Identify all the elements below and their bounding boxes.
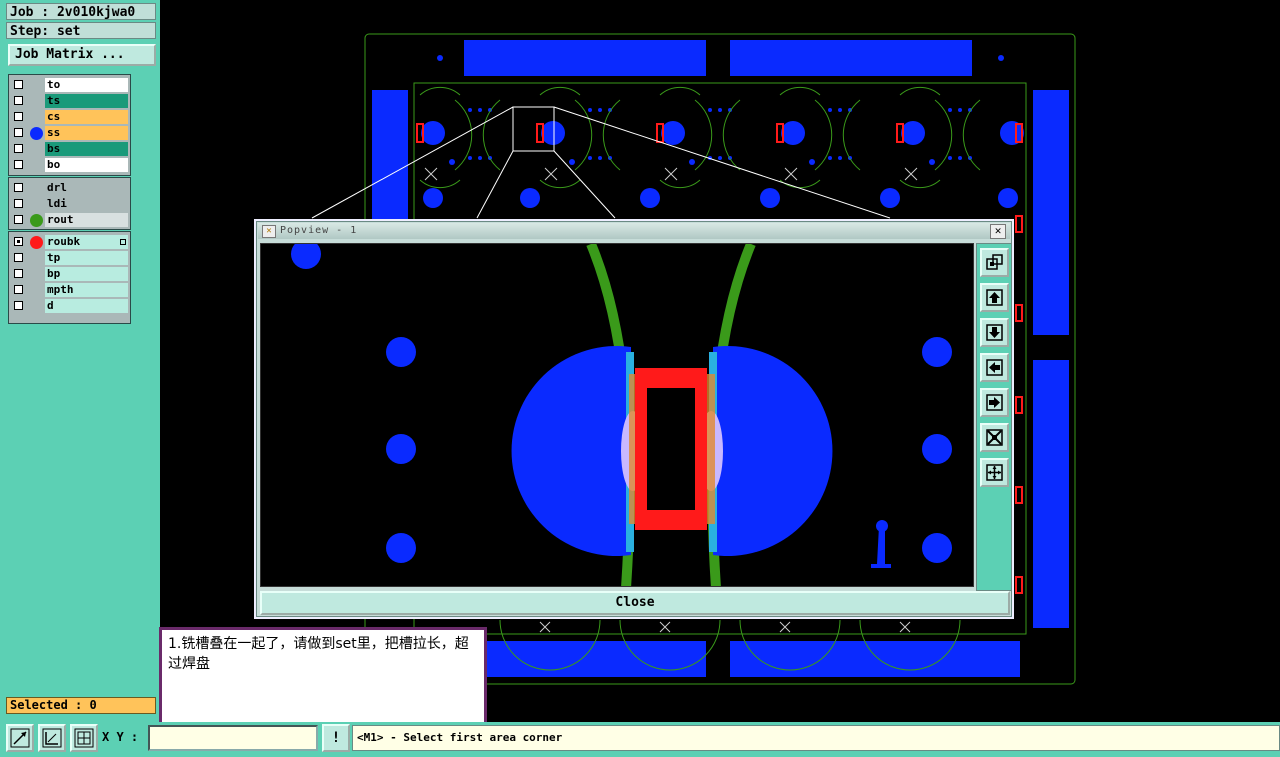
- popview-toolbar: [976, 243, 1012, 591]
- layer-row-ss[interactable]: ss: [11, 126, 129, 141]
- layer-color-indicator[interactable]: [30, 214, 43, 227]
- popview-title: Popview - 1: [280, 225, 358, 236]
- snap-button[interactable]: [38, 724, 66, 752]
- layer-panel: Job : 2v010kjwa0 Step: set Job Matrix ..…: [0, 0, 160, 722]
- layer-name[interactable]: to: [45, 78, 128, 92]
- layer-checkbox[interactable]: [14, 285, 23, 294]
- layer-name[interactable]: cs: [45, 110, 128, 124]
- layer-row-rout[interactable]: rout: [11, 213, 129, 228]
- popview-close-button[interactable]: Close: [260, 591, 1010, 615]
- layer-row-bs[interactable]: bs: [11, 142, 129, 157]
- zoom-window-button[interactable]: [980, 248, 1009, 277]
- layer-checkbox[interactable]: [14, 183, 23, 192]
- layer-name[interactable]: mpth: [45, 283, 128, 297]
- layer-row-roubk[interactable]: roubk: [11, 235, 129, 250]
- note-text: 1.铣槽叠在一起了，请做到set里，把槽拉长，超过焊盘: [168, 636, 469, 672]
- layer-checkbox[interactable]: [14, 112, 23, 121]
- step-name: Step: set: [6, 22, 156, 39]
- pan-right-button[interactable]: [980, 388, 1009, 417]
- layer-name[interactable]: tp: [45, 251, 128, 265]
- popview-titlebar[interactable]: ✕ Popview - 1 ✕: [258, 223, 1010, 239]
- layer-row-to[interactable]: to: [11, 78, 129, 93]
- layer-row-ts[interactable]: ts: [11, 94, 129, 109]
- layer-checkbox[interactable]: [14, 215, 23, 224]
- layer-row-bo[interactable]: bo: [11, 158, 129, 173]
- annotation-note: 1.铣槽叠在一起了，请做到set里，把槽拉长，超过焊盘: [159, 627, 487, 726]
- measure-icon: [10, 728, 30, 748]
- pan-left-button[interactable]: [980, 353, 1009, 382]
- layer-checkbox[interactable]: [14, 128, 23, 137]
- selected-count: Selected : 0: [6, 697, 156, 714]
- layer-name[interactable]: d: [45, 299, 128, 313]
- pan-up-button[interactable]: [980, 283, 1009, 312]
- alert-button[interactable]: !: [322, 724, 350, 752]
- pan-down-icon: [986, 324, 1003, 341]
- grid-button[interactable]: [70, 724, 98, 752]
- zoom-window-icon: [986, 254, 1003, 270]
- app-icon: ✕: [262, 225, 276, 238]
- measure-button[interactable]: [6, 724, 34, 752]
- xy-input[interactable]: [148, 725, 318, 751]
- layer-name[interactable]: ldi: [45, 197, 128, 211]
- popview-canvas[interactable]: [260, 243, 974, 587]
- layer-checkbox[interactable]: [14, 144, 23, 153]
- grid-icon: [74, 728, 94, 748]
- snap-icon: [42, 728, 62, 748]
- status-message: <M1> - Select first area corner: [352, 725, 1280, 751]
- layer-checkbox[interactable]: [14, 253, 23, 262]
- window-close-icon[interactable]: ✕: [990, 224, 1006, 239]
- layer-name[interactable]: bs: [45, 142, 128, 156]
- popview-window: ✕ Popview - 1 ✕ Close: [254, 219, 1014, 619]
- layer-checkbox[interactable]: [14, 301, 23, 310]
- layer-row-drl[interactable]: drl: [11, 181, 129, 196]
- layer-name[interactable]: drl: [45, 181, 128, 195]
- layer-name[interactable]: bp: [45, 267, 128, 281]
- layer-name[interactable]: roubk: [45, 235, 128, 249]
- zoom-out-button[interactable]: [980, 458, 1009, 487]
- layer-name[interactable]: rout: [45, 213, 128, 227]
- layer-name[interactable]: ts: [45, 94, 128, 108]
- layer-row-cs[interactable]: cs: [11, 110, 129, 125]
- layer-row-bp[interactable]: bp: [11, 267, 129, 282]
- layer-checkbox[interactable]: [14, 96, 23, 105]
- zoom-out-icon: [986, 464, 1003, 481]
- pan-right-icon: [986, 394, 1003, 411]
- layer-name[interactable]: bo: [45, 158, 128, 172]
- pan-left-icon: [986, 359, 1003, 376]
- layer-checkbox[interactable]: [14, 269, 23, 278]
- layer-group-board: to ts cs ss bs bo: [8, 74, 131, 176]
- layer-color-indicator[interactable]: [30, 236, 43, 249]
- layer-checkbox[interactable]: [14, 237, 23, 246]
- layer-row-tp[interactable]: tp: [11, 251, 129, 266]
- exclamation-icon: !: [331, 730, 341, 746]
- layer-group-drill: drl ldi rout: [8, 177, 131, 230]
- layer-affected-icon: [120, 239, 126, 245]
- zoom-in-icon: [986, 429, 1003, 446]
- zoom-in-button[interactable]: [980, 423, 1009, 452]
- xy-label: X Y :: [102, 730, 139, 744]
- job-matrix-button[interactable]: Job Matrix ...: [8, 44, 156, 66]
- layer-checkbox[interactable]: [14, 199, 23, 208]
- layer-group-misc: roubk tp bp mpth d: [8, 231, 131, 324]
- bottom-toolbar: X Y : ! <M1> - Select first area corner: [0, 722, 1280, 757]
- layer-checkbox[interactable]: [14, 160, 23, 169]
- pan-up-icon: [986, 289, 1003, 306]
- pan-down-button[interactable]: [980, 318, 1009, 347]
- job-name: Job : 2v010kjwa0: [6, 3, 156, 20]
- layer-row-ldi[interactable]: ldi: [11, 197, 129, 212]
- layer-row-mpth[interactable]: mpth: [11, 283, 129, 298]
- layer-color-indicator[interactable]: [30, 127, 43, 140]
- layer-checkbox[interactable]: [14, 80, 23, 89]
- layer-name[interactable]: ss: [45, 126, 128, 140]
- layer-row-d[interactable]: d: [11, 299, 129, 314]
